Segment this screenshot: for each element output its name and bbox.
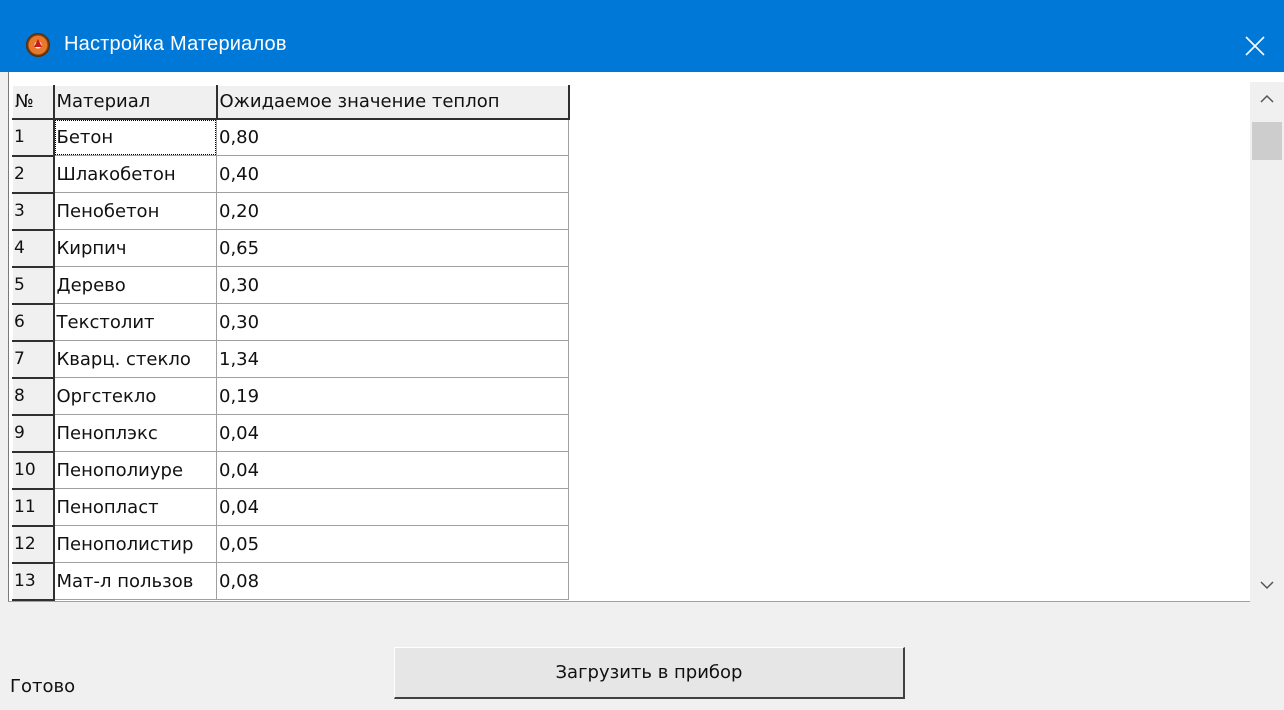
material-cell[interactable]: Оргстекло: [53, 377, 217, 415]
value-cell[interactable]: 0,04: [216, 414, 569, 452]
value-cell[interactable]: 0,04: [216, 488, 569, 526]
table-row: 1 Бетон 0,80: [12, 118, 569, 157]
chevron-down-icon: [1260, 581, 1274, 590]
column-header-material[interactable]: Материал: [53, 85, 218, 120]
material-cell[interactable]: Мат-л пользов: [53, 562, 217, 600]
row-number[interactable]: 10: [12, 451, 55, 490]
load-to-device-button[interactable]: Загрузить в прибор: [394, 647, 905, 699]
material-cell[interactable]: Пенопласт: [53, 488, 217, 526]
vertical-scrollbar[interactable]: [1250, 82, 1284, 602]
table-row: 12 Пенополистир 0,05: [12, 525, 569, 564]
value-cell[interactable]: 0,04: [216, 451, 569, 489]
title-bar: Настройка Материалов: [0, 0, 1284, 72]
value-cell[interactable]: 1,34: [216, 340, 569, 378]
table-row: 6 Текстолит 0,30: [12, 303, 569, 342]
material-cell[interactable]: Пенобетон: [53, 192, 217, 230]
materials-table: № Материал Ожидаемое значение теплоп 1 Б…: [12, 85, 570, 601]
value-cell[interactable]: 0,30: [216, 266, 569, 304]
material-cell[interactable]: Шлакобетон: [53, 155, 217, 193]
value-cell[interactable]: 0,65: [216, 229, 569, 267]
row-number[interactable]: 11: [12, 488, 55, 527]
table-row: 11 Пенопласт 0,04: [12, 488, 569, 527]
material-cell[interactable]: Пеноплэкс: [53, 414, 217, 452]
table-row: 13 Мат-л пользов 0,08: [12, 562, 569, 601]
table-row: 2 Шлакобетон 0,40: [12, 155, 569, 194]
value-cell[interactable]: 0,30: [216, 303, 569, 341]
table-row: 5 Дерево 0,30: [12, 266, 569, 305]
app-icon[interactable]: [26, 33, 50, 57]
row-number[interactable]: 1: [12, 118, 55, 157]
table-row: 9 Пеноплэкс 0,04: [12, 414, 569, 453]
column-header-number[interactable]: №: [12, 85, 55, 120]
material-cell[interactable]: Кварц. стекло: [53, 340, 217, 378]
header-row: № Материал Ожидаемое значение теплоп: [12, 85, 570, 120]
materials-grid[interactable]: № Материал Ожидаемое значение теплоп 1 Б…: [8, 72, 1284, 602]
value-cell[interactable]: 0,40: [216, 155, 569, 193]
material-cell[interactable]: Кирпич: [53, 229, 217, 267]
column-header-value[interactable]: Ожидаемое значение теплоп: [216, 85, 570, 120]
chevron-up-icon: [1260, 94, 1274, 103]
row-number[interactable]: 4: [12, 229, 55, 268]
material-cell[interactable]: Пенополиуре: [53, 451, 217, 489]
row-number[interactable]: 2: [12, 155, 55, 194]
row-number[interactable]: 9: [12, 414, 55, 453]
row-number[interactable]: 7: [12, 340, 55, 379]
status-label: Готово: [10, 676, 76, 697]
window-title: Настройка Материалов: [64, 33, 287, 55]
value-cell[interactable]: 0,08: [216, 562, 569, 600]
material-cell[interactable]: Текстолит: [53, 303, 217, 341]
table-row: 4 Кирпич 0,65: [12, 229, 569, 268]
row-number[interactable]: 13: [12, 562, 55, 601]
material-cell[interactable]: Бетон: [53, 118, 217, 156]
table-row: 8 Оргстекло 0,19: [12, 377, 569, 416]
material-cell[interactable]: Дерево: [53, 266, 217, 304]
scroll-up-button[interactable]: [1250, 82, 1284, 116]
table-row: 10 Пенополиуре 0,04: [12, 451, 569, 490]
value-cell[interactable]: 0,80: [216, 118, 569, 156]
scroll-thumb[interactable]: [1252, 122, 1282, 160]
table-row: 3 Пенобетон 0,20: [12, 192, 569, 231]
close-icon: [1245, 36, 1265, 56]
value-cell[interactable]: 0,20: [216, 192, 569, 230]
row-number[interactable]: 8: [12, 377, 55, 416]
value-cell[interactable]: 0,19: [216, 377, 569, 415]
material-cell[interactable]: Пенополистир: [53, 525, 217, 563]
row-number[interactable]: 12: [12, 525, 55, 564]
row-number[interactable]: 5: [12, 266, 55, 305]
row-number[interactable]: 6: [12, 303, 55, 342]
close-button[interactable]: [1226, 24, 1284, 68]
row-number[interactable]: 3: [12, 192, 55, 231]
table-row: 7 Кварц. стекло 1,34: [12, 340, 569, 379]
value-cell[interactable]: 0,05: [216, 525, 569, 563]
scroll-down-button[interactable]: [1250, 568, 1284, 602]
